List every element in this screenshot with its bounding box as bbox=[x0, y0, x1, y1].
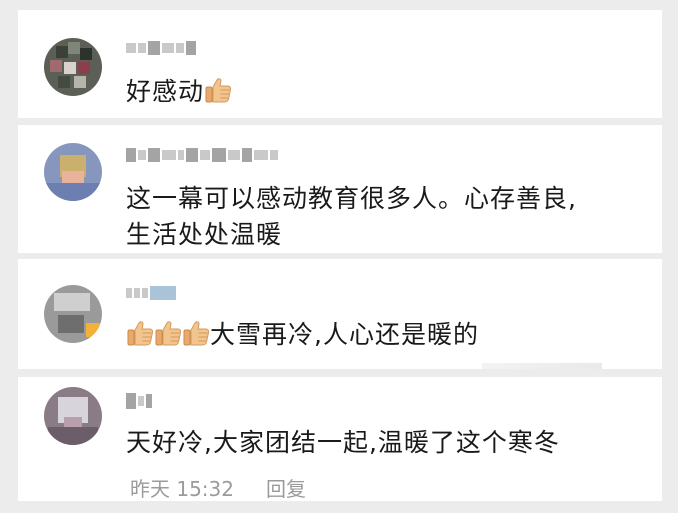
avatar[interactable] bbox=[44, 38, 102, 96]
avatar[interactable] bbox=[44, 387, 102, 445]
thumbs-up-icon bbox=[126, 320, 154, 346]
comment-meta: 昨天 15:32 回复 bbox=[130, 473, 306, 502]
thumbs-up-icon bbox=[204, 77, 232, 103]
username-redacted[interactable] bbox=[126, 40, 196, 56]
comment-text: 天好冷,大家团结一起,温暖了这个寒冬 bbox=[126, 428, 560, 457]
avatar[interactable] bbox=[44, 143, 102, 201]
reply-button[interactable]: 回复 bbox=[266, 473, 306, 502]
thumbs-up-icon bbox=[182, 320, 210, 346]
comment-text: 好感动 bbox=[126, 74, 648, 110]
avatar[interactable] bbox=[44, 285, 102, 343]
thumbs-up-icon bbox=[154, 320, 182, 346]
comment-text: 这一幕可以感动教育很多人。心存善良, 生活处处温暖 bbox=[126, 184, 577, 249]
comment-card-4: 天好冷,大家团结一起,温暖了这个寒冬 昨天 15:32 回复 bbox=[18, 377, 662, 501]
username-redacted[interactable] bbox=[126, 147, 278, 163]
username-redacted[interactable] bbox=[126, 285, 176, 301]
partial-text-fragment bbox=[482, 363, 602, 369]
comment-time: 昨天 15:32 bbox=[130, 477, 234, 501]
comment-card-3: 大雪再冷,人心还是暖的 bbox=[18, 259, 662, 369]
comment-text: 大雪再冷,人心还是暖的 bbox=[126, 317, 648, 353]
comment-card-2: 这一幕可以感动教育很多人。心存善良, 生活处处温暖 bbox=[18, 125, 662, 253]
username-redacted[interactable] bbox=[126, 393, 152, 409]
comment-card-1: 好感动 bbox=[18, 10, 662, 118]
